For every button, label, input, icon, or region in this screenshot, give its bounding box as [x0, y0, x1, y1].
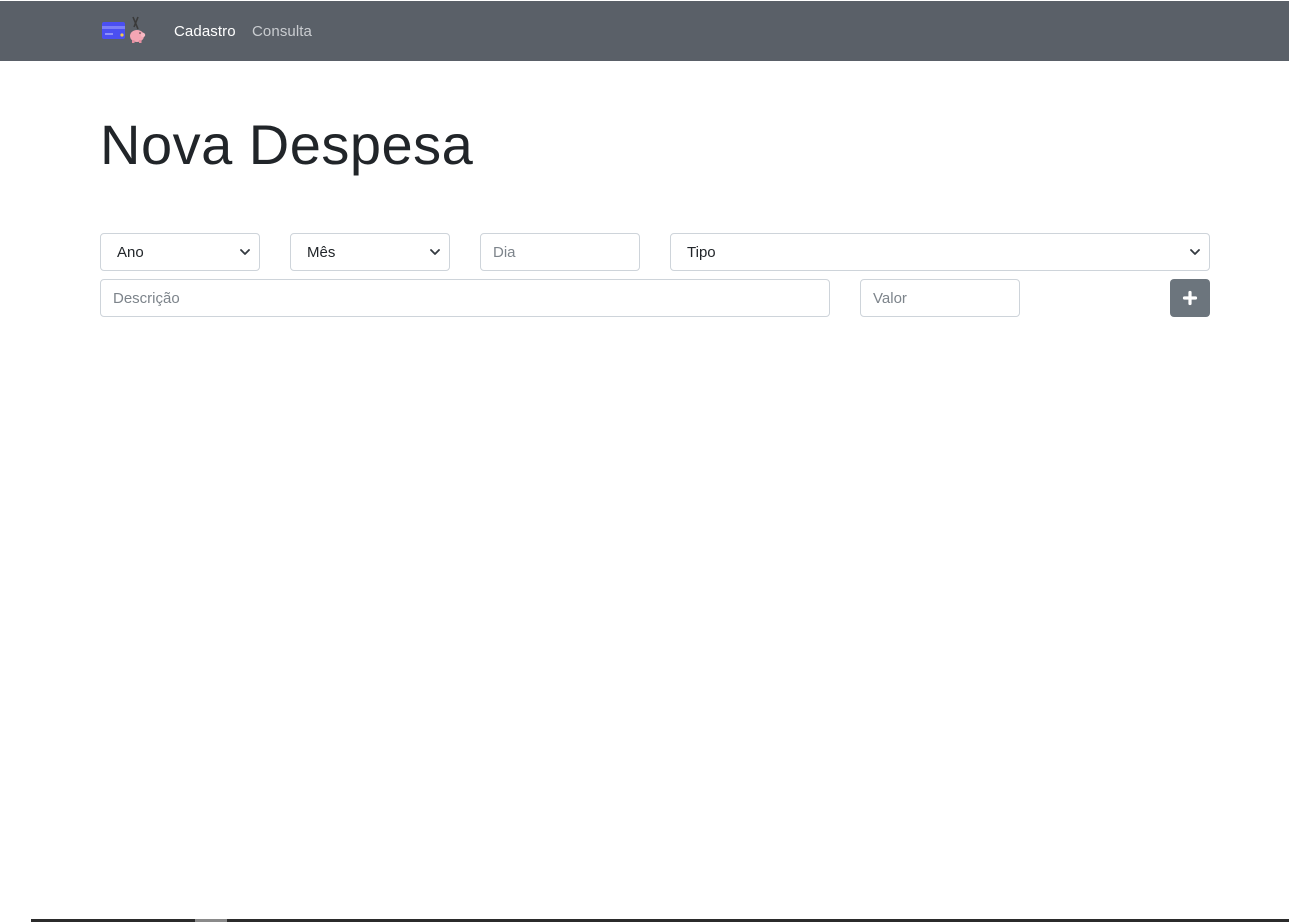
navbar: Cadastro Consulta	[0, 1, 1289, 61]
chevron-down-icon	[1190, 249, 1200, 255]
plus-icon	[1182, 290, 1198, 306]
dia-input[interactable]	[480, 233, 640, 271]
add-expense-button[interactable]	[1170, 279, 1210, 317]
valor-input[interactable]	[860, 279, 1020, 317]
nav-link-cadastro[interactable]: Cadastro	[174, 23, 236, 40]
descricao-input[interactable]	[100, 279, 830, 317]
brand-logo[interactable]	[100, 13, 148, 45]
credit-card-piggy-bank-icon	[102, 16, 146, 43]
tipo-select[interactable]: Tipo	[670, 233, 1210, 271]
chevron-down-icon	[430, 249, 440, 255]
mes-select[interactable]: Mês	[290, 233, 450, 271]
mes-select-value: Mês	[307, 243, 336, 261]
ano-select-value: Ano	[117, 243, 144, 261]
nav-link-consulta[interactable]: Consulta	[252, 23, 312, 40]
ano-select[interactable]: Ano	[100, 233, 260, 271]
page-title: Nova Despesa	[100, 113, 474, 176]
tipo-select-value: Tipo	[687, 243, 716, 261]
chevron-down-icon	[240, 249, 250, 255]
